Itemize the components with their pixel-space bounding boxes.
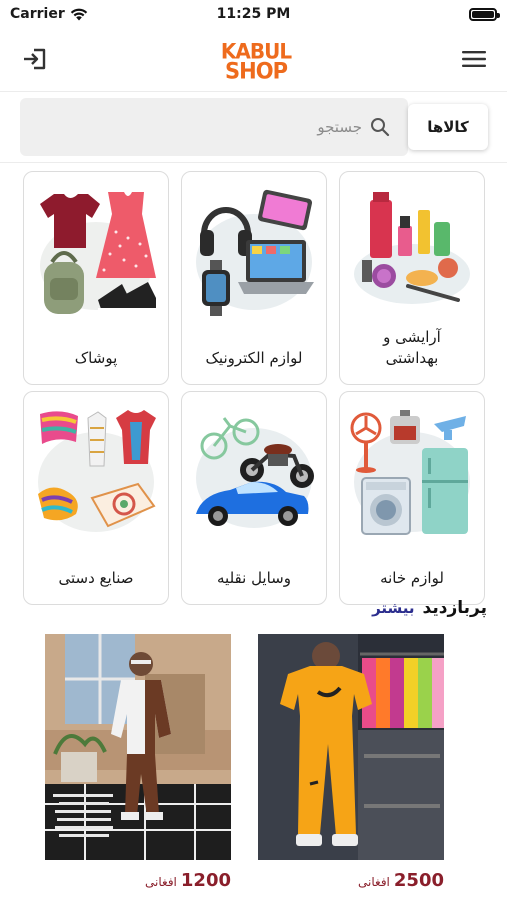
category-electronics[interactable]: لوازم الکترونیک xyxy=(181,171,327,385)
menu-button[interactable] xyxy=(459,44,489,74)
category-label: وسایل نقلیه xyxy=(217,569,291,588)
product-image xyxy=(45,634,231,860)
category-home-appliances[interactable]: لوازم خانه xyxy=(339,391,485,605)
category-label: آرایشی و بهداشتی xyxy=(383,327,441,368)
category-clothing[interactable]: پوشاک xyxy=(23,171,169,385)
see-more-link[interactable]: بیشتر xyxy=(372,599,414,617)
section-title: پربازدید xyxy=(422,598,487,618)
product-price: 2500 افغانی xyxy=(358,870,444,891)
price-value: 2500 xyxy=(393,870,444,891)
logo-line-2: SHOP xyxy=(225,57,288,84)
search-icon xyxy=(371,118,390,137)
app-header: KABUL SHOP xyxy=(0,30,507,92)
category-cosmetics[interactable]: آرایشی و بهداشتی xyxy=(339,171,485,385)
category-label: لوازم الکترونیک xyxy=(205,349,303,368)
category-label: لوازم خانه xyxy=(380,569,444,588)
category-label: صنایع دستی xyxy=(58,569,134,588)
status-time: 11:25 PM xyxy=(216,6,291,22)
category-label: پوشاک xyxy=(74,349,118,368)
status-bar: Carrier 11:25 PM xyxy=(0,0,507,30)
search-row: جستجو کالاها xyxy=(20,98,488,156)
product-image xyxy=(258,634,444,860)
login-icon xyxy=(24,48,46,70)
goods-button[interactable]: کالاها xyxy=(408,104,488,150)
search-placeholder: جستجو xyxy=(317,118,362,136)
handicrafts-icon xyxy=(38,410,156,532)
kabul-shop-logo[interactable]: KABUL SHOP xyxy=(220,37,292,85)
cosmetics-icon xyxy=(354,192,470,304)
price-value: 1200 xyxy=(180,870,231,891)
home-appliances-icon xyxy=(350,410,470,535)
price-currency: افغانی xyxy=(358,875,390,889)
header-divider xyxy=(0,162,507,163)
vehicles-icon xyxy=(196,417,314,528)
login-button[interactable] xyxy=(20,44,50,74)
search-input[interactable]: جستجو xyxy=(20,98,408,156)
category-vehicles[interactable]: وسایل نقلیه xyxy=(181,391,327,605)
product-card[interactable]: 1200 افغانی xyxy=(45,634,231,900)
hamburger-menu-icon xyxy=(462,51,486,67)
price-currency: افغانی xyxy=(145,875,177,889)
product-price: 1200 افغانی xyxy=(145,870,231,891)
electronics-icon xyxy=(196,189,314,316)
most-viewed-header: پربازدید بیشتر xyxy=(372,598,487,618)
battery-icon xyxy=(469,8,500,21)
product-card[interactable]: 2500 افغانی xyxy=(258,634,444,900)
clothing-icon xyxy=(40,192,156,314)
category-handicrafts[interactable]: صنایع دستی xyxy=(23,391,169,605)
